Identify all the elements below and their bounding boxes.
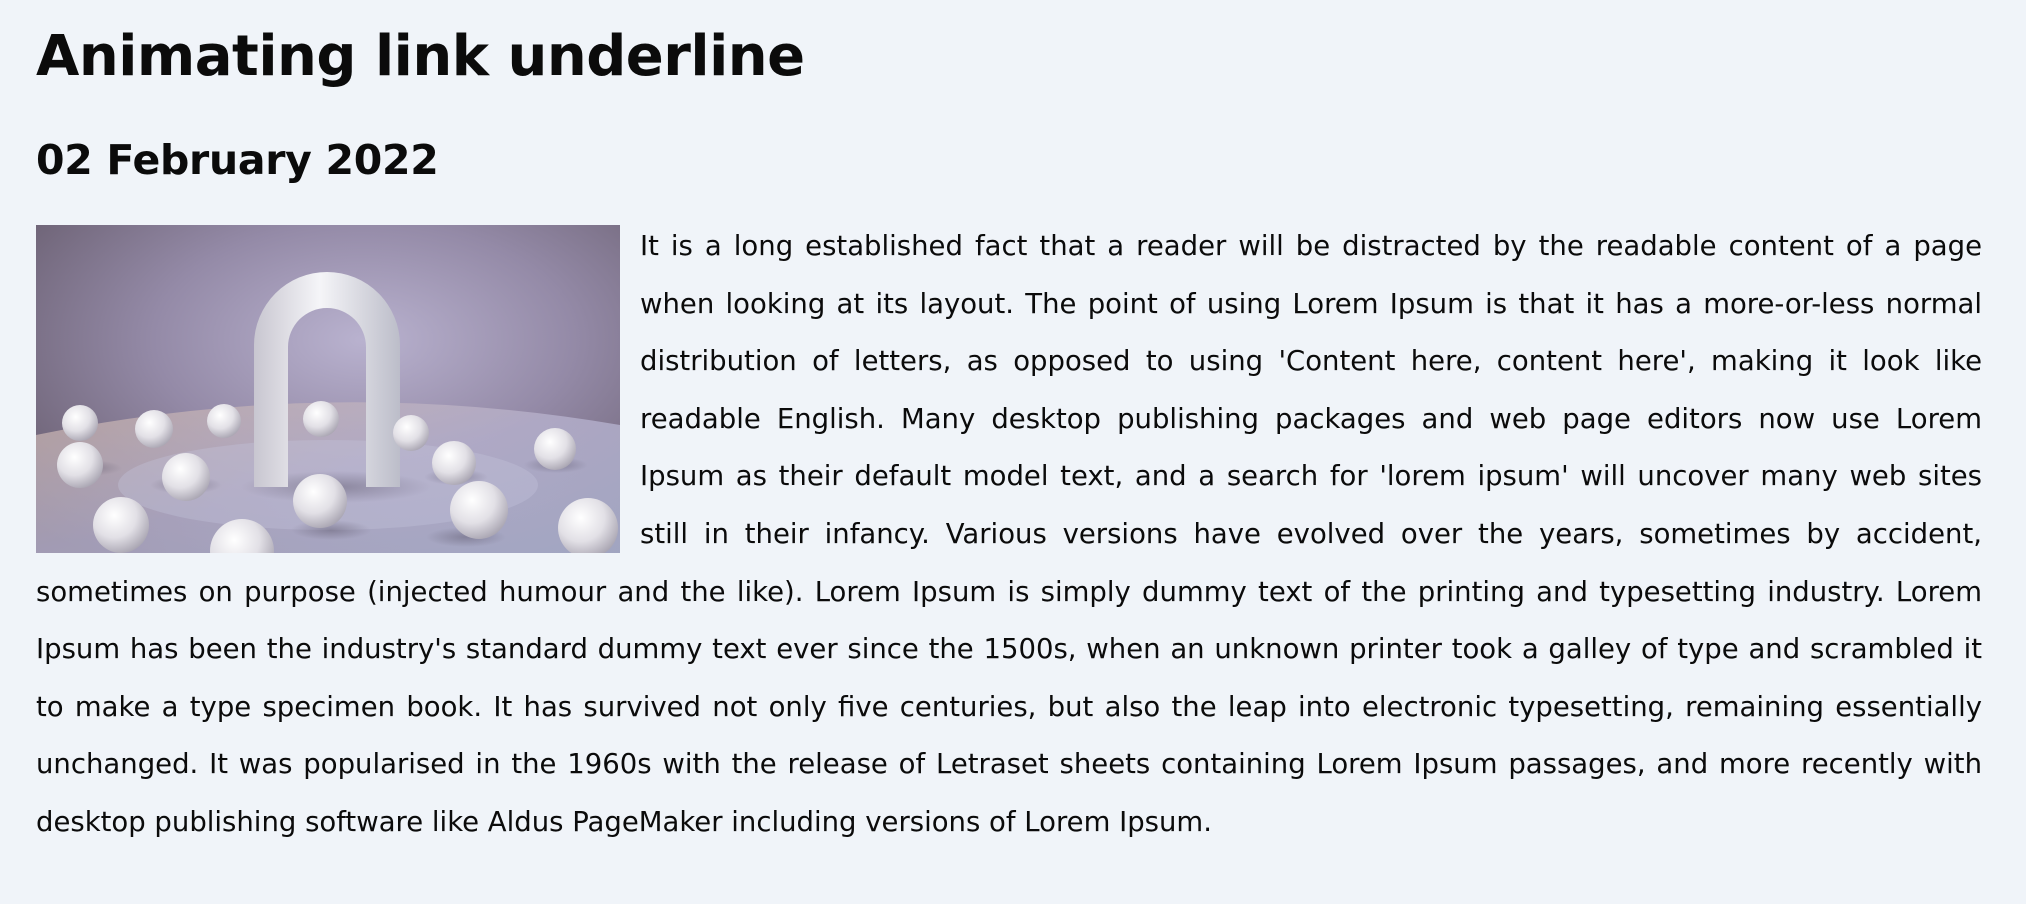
- hero-image: [36, 225, 620, 553]
- article-content: It is a long established fact that a rea…: [36, 218, 1982, 852]
- article-title: Animating link underline: [36, 24, 805, 89]
- article-date: 02 February 2022: [36, 136, 439, 184]
- article-page: Animating link underline 02 February 202…: [0, 0, 2026, 904]
